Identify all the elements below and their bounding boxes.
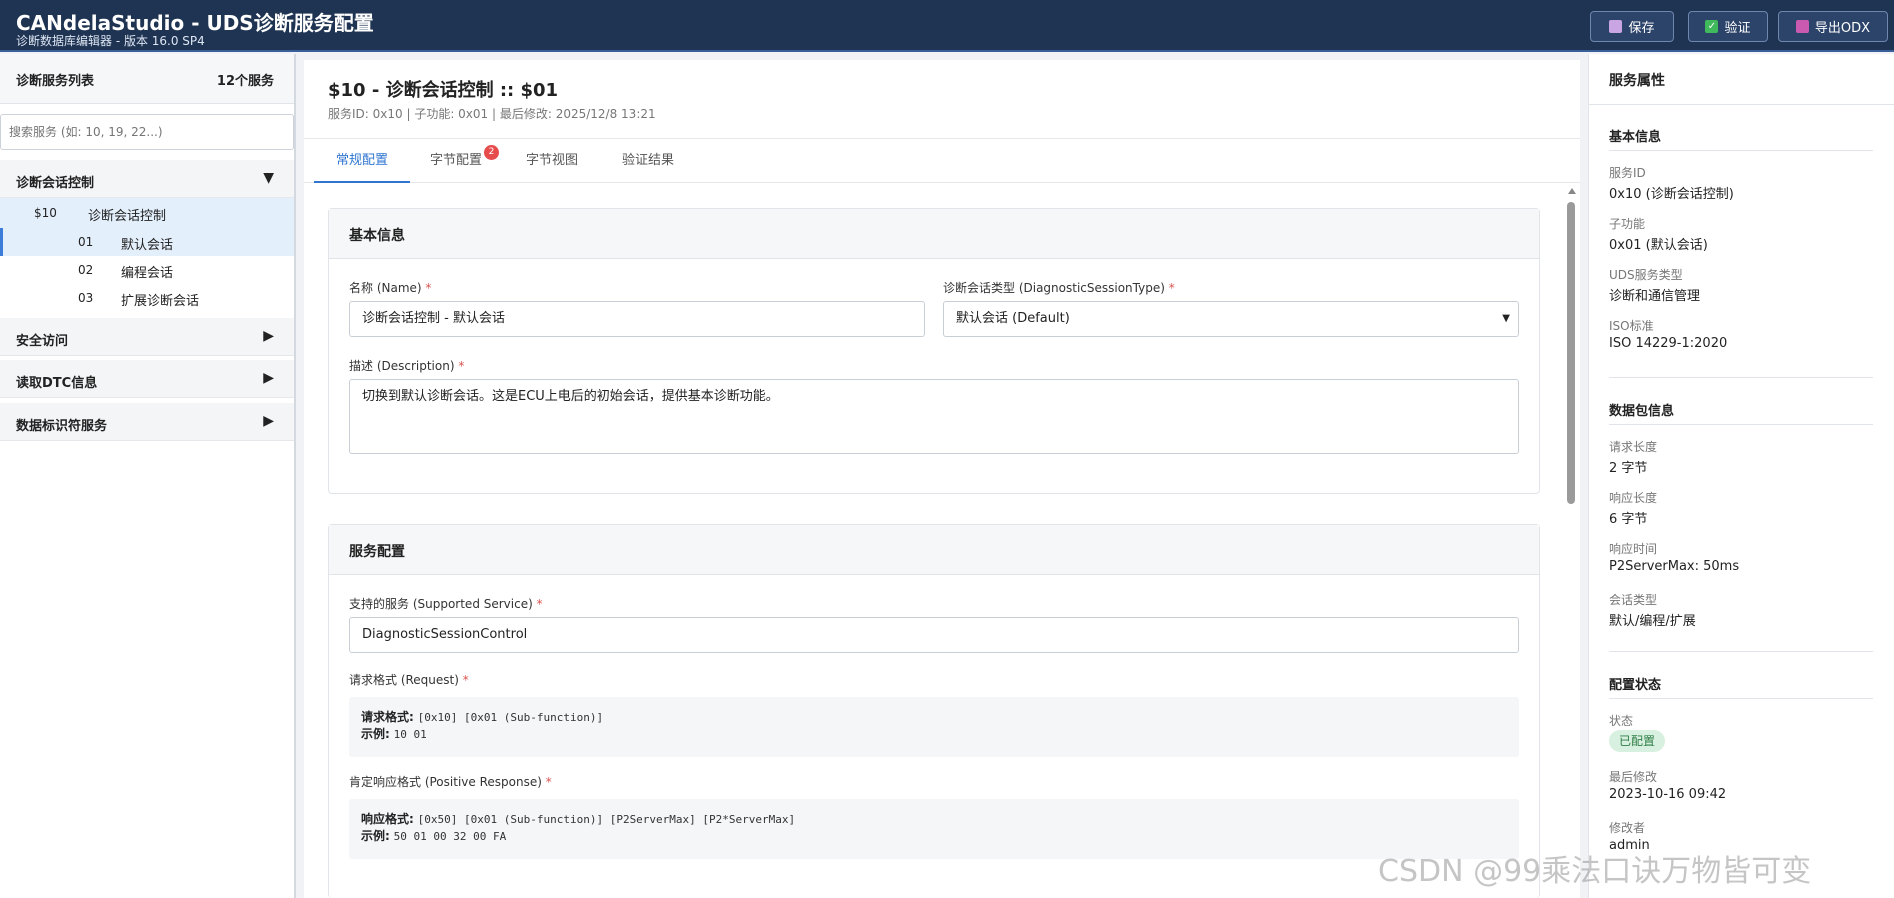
- scrollbar-thumb[interactable]: [1567, 202, 1575, 504]
- group-session-control[interactable]: 诊断会话控制 ▼: [0, 160, 294, 198]
- response-time-value: P2ServerMax: 50ms: [1609, 559, 1740, 574]
- name-label: 名称 (Name) *: [349, 281, 432, 295]
- card-title: 服务配置: [349, 544, 405, 560]
- sidebar-title: 诊断服务列表: [16, 74, 95, 89]
- scrollbar[interactable]: [1566, 188, 1576, 898]
- uds-type-value: 诊断和通信管理: [1609, 289, 1701, 304]
- export-odx-button[interactable]: 导出ODX: [1778, 11, 1888, 42]
- supported-service-label: 支持的服务 (Supported Service) *: [349, 597, 543, 611]
- service-config-card: 服务配置 支持的服务 (Supported Service) * Diagnos…: [328, 524, 1540, 898]
- section-config-status: 配置状态: [1609, 678, 1662, 693]
- save-icon: [1609, 20, 1623, 33]
- scroll-up-icon[interactable]: [1568, 188, 1576, 194]
- group-read-dtc[interactable]: 读取DTC信息 ▶: [0, 360, 294, 398]
- properties-title: 服务属性: [1609, 73, 1665, 89]
- properties-panel: 服务属性 基本信息 服务ID 0x10 (诊断会话控制) 子功能 0x01 (默…: [1588, 54, 1894, 898]
- sidebar-header: 诊断服务列表 12个服务: [0, 54, 294, 104]
- response-length-value: 6 字节: [1609, 512, 1648, 527]
- description-textarea[interactable]: 切换到默认诊断会话。这是ECU上电后的初始会话，提供基本诊断功能。: [349, 379, 1519, 454]
- section-packet-info: 数据包信息: [1609, 404, 1675, 419]
- subfunction-value: 0x01 (默认会话): [1609, 238, 1708, 253]
- chevron-right-icon: ▶: [263, 328, 274, 344]
- check-icon: ✓: [1705, 20, 1719, 33]
- chevron-down-icon: ▼: [263, 170, 274, 186]
- tab-validation[interactable]: 验证结果: [622, 139, 674, 183]
- request-format-box: 请求格式: [0x10] [0x01 (Sub-function)] 示例: 1…: [349, 697, 1519, 757]
- section-basic-info: 基本信息: [1609, 130, 1662, 145]
- subfunction-item-02[interactable]: 02 编程会话: [0, 256, 294, 284]
- basic-info-card: 基本信息 名称 (Name) * 诊断会话控制 - 默认会话 诊断会话类型 (D…: [328, 208, 1540, 494]
- tab-byte-view[interactable]: 字节视图: [526, 139, 578, 183]
- service-count: 12个服务: [216, 74, 274, 89]
- app-header: CANdelaStudio - UDS诊断服务配置 诊断数据库编辑器 - 版本 …: [0, 0, 1894, 52]
- page-title: $10 - 诊断会话控制 :: $01: [328, 80, 559, 101]
- subfunction-item-01[interactable]: 01 默认会话: [0, 228, 294, 256]
- page-meta: 服务ID: 0x10 | 子功能: 0x01 | 最后修改: 2025/12/8…: [328, 107, 656, 121]
- response-label: 肯定响应格式 (Positive Response) *: [349, 775, 552, 789]
- tab-general[interactable]: 常规配置: [314, 139, 410, 183]
- watermark: CSDN @99乘法口诀万物皆可变: [1378, 854, 1812, 889]
- main-panel: $10 - 诊断会话控制 :: $01 服务ID: 0x10 | 子功能: 0x…: [304, 60, 1580, 898]
- service-search-input[interactable]: [0, 114, 294, 150]
- status-badge: 已配置: [1609, 730, 1666, 752]
- chevron-right-icon: ▶: [263, 413, 274, 429]
- service-sidebar: 诊断服务列表 12个服务 诊断会话控制 ▼ $10 诊断会话控制 01 默认会话…: [0, 54, 296, 898]
- supported-service-input[interactable]: DiagnosticSessionControl: [349, 617, 1519, 653]
- tab-badge: 2: [484, 145, 499, 160]
- response-format-box: 响应格式: [0x50] [0x01 (Sub-function)] [P2Se…: [349, 799, 1519, 859]
- validate-button[interactable]: ✓ 验证: [1688, 11, 1768, 42]
- session-type-value: 默认/编程/扩展: [1609, 614, 1696, 629]
- tab-byte-config[interactable]: 字节配置: [430, 139, 482, 183]
- iso-value: ISO 14229-1:2020: [1609, 336, 1728, 351]
- service-item-10[interactable]: $10 诊断会话控制: [0, 198, 294, 228]
- description-label: 描述 (Description) *: [349, 359, 465, 373]
- service-id-value: 0x10 (诊断会话控制): [1609, 187, 1734, 202]
- name-input[interactable]: 诊断会话控制 - 默认会话: [349, 301, 925, 337]
- last-modified-value: 2023-10-16 09:42: [1609, 787, 1727, 802]
- request-label: 请求格式 (Request) *: [349, 673, 469, 687]
- app-subtitle: 诊断数据库编辑器 - 版本 16.0 SP4: [16, 34, 205, 48]
- save-button[interactable]: 保存: [1590, 11, 1674, 42]
- session-type-select[interactable]: 默认会话 (Default) ▼: [943, 301, 1519, 337]
- group-security-access[interactable]: 安全访问 ▶: [0, 318, 294, 356]
- export-icon: [1795, 20, 1809, 33]
- tab-bar: 常规配置 字节配置 2 字节视图 验证结果: [304, 138, 1580, 183]
- request-length-value: 2 字节: [1609, 461, 1648, 476]
- subfunction-item-03[interactable]: 03 扩展诊断会话: [0, 284, 294, 312]
- chevron-down-icon: ▼: [1502, 313, 1510, 324]
- session-type-label: 诊断会话类型 (DiagnosticSessionType) *: [943, 281, 1175, 295]
- group-data-identifier[interactable]: 数据标识符服务 ▶: [0, 403, 294, 441]
- card-title: 基本信息: [349, 228, 405, 244]
- chevron-right-icon: ▶: [263, 370, 274, 386]
